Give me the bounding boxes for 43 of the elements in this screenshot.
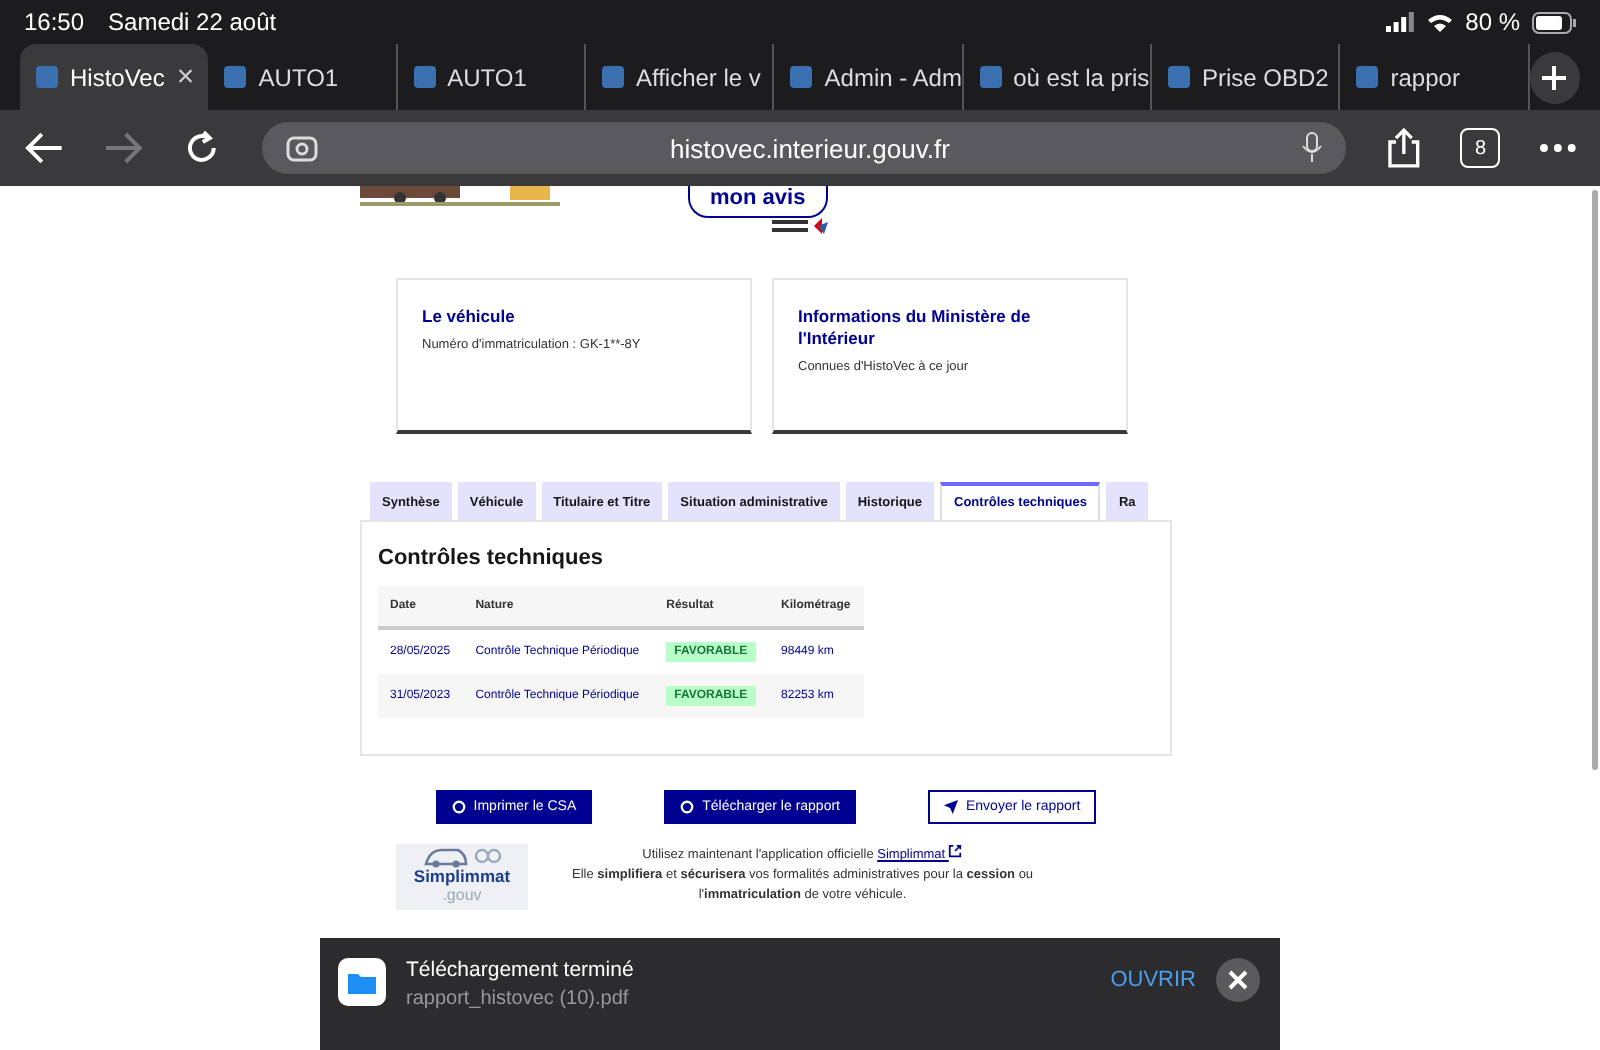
date: Samedi 22 août bbox=[108, 8, 277, 36]
file-name: rapport_histovec (10).pdf bbox=[406, 988, 631, 1010]
favicon-icon bbox=[1356, 66, 1379, 88]
feedback-badge[interactable]: mon avis bbox=[688, 186, 828, 218]
camera-icon bbox=[286, 134, 319, 162]
card-title: Informations du Ministère de l'Intérieur bbox=[798, 306, 1033, 350]
signal-icon bbox=[1385, 12, 1414, 32]
reload-icon[interactable] bbox=[183, 130, 219, 166]
forward-icon[interactable] bbox=[103, 132, 144, 164]
time: 16:50 bbox=[24, 8, 85, 36]
simplimmat-logo: Simplimmat .gouv bbox=[396, 844, 528, 910]
favicon-icon bbox=[224, 66, 247, 88]
favicon-icon bbox=[979, 66, 1002, 88]
close-icon[interactable] bbox=[1216, 958, 1260, 1002]
favicon-icon bbox=[1167, 66, 1190, 88]
favicon-icon bbox=[36, 66, 58, 88]
external-link-icon bbox=[948, 844, 963, 858]
new-tab-button[interactable] bbox=[1529, 51, 1581, 103]
wifi-icon bbox=[1425, 12, 1454, 32]
circle-icon bbox=[451, 800, 466, 814]
favicon-icon bbox=[601, 66, 624, 88]
battery-icon bbox=[1532, 11, 1576, 33]
folder-icon bbox=[338, 958, 386, 1006]
battery-level: 80 % bbox=[1465, 8, 1520, 36]
favicon-icon bbox=[790, 66, 813, 88]
close-icon[interactable]: × bbox=[176, 60, 195, 94]
back-icon[interactable] bbox=[24, 132, 64, 164]
open-button[interactable]: OUVRIR bbox=[1110, 968, 1196, 992]
scrollbar[interactable] bbox=[1592, 190, 1598, 770]
share-icon[interactable] bbox=[1385, 128, 1421, 168]
plus-icon bbox=[1540, 63, 1569, 91]
services-publics-logo-icon bbox=[771, 218, 828, 236]
send-icon bbox=[944, 800, 958, 814]
microphone-icon[interactable] bbox=[1301, 132, 1322, 164]
section-title: Contrôles techniques bbox=[378, 546, 605, 570]
address-field[interactable]: histovec.interieur.gouv.fr bbox=[262, 122, 1346, 174]
circle-icon bbox=[680, 800, 695, 814]
browser-tab[interactable]: HistoVec × bbox=[20, 44, 209, 110]
toast-title: Téléchargement terminé bbox=[406, 958, 634, 982]
more-icon[interactable] bbox=[1540, 144, 1576, 152]
card-title: Le véhicule bbox=[422, 306, 517, 328]
favicon-icon bbox=[413, 66, 436, 88]
tab-count-button[interactable]: 8 bbox=[1460, 128, 1501, 168]
